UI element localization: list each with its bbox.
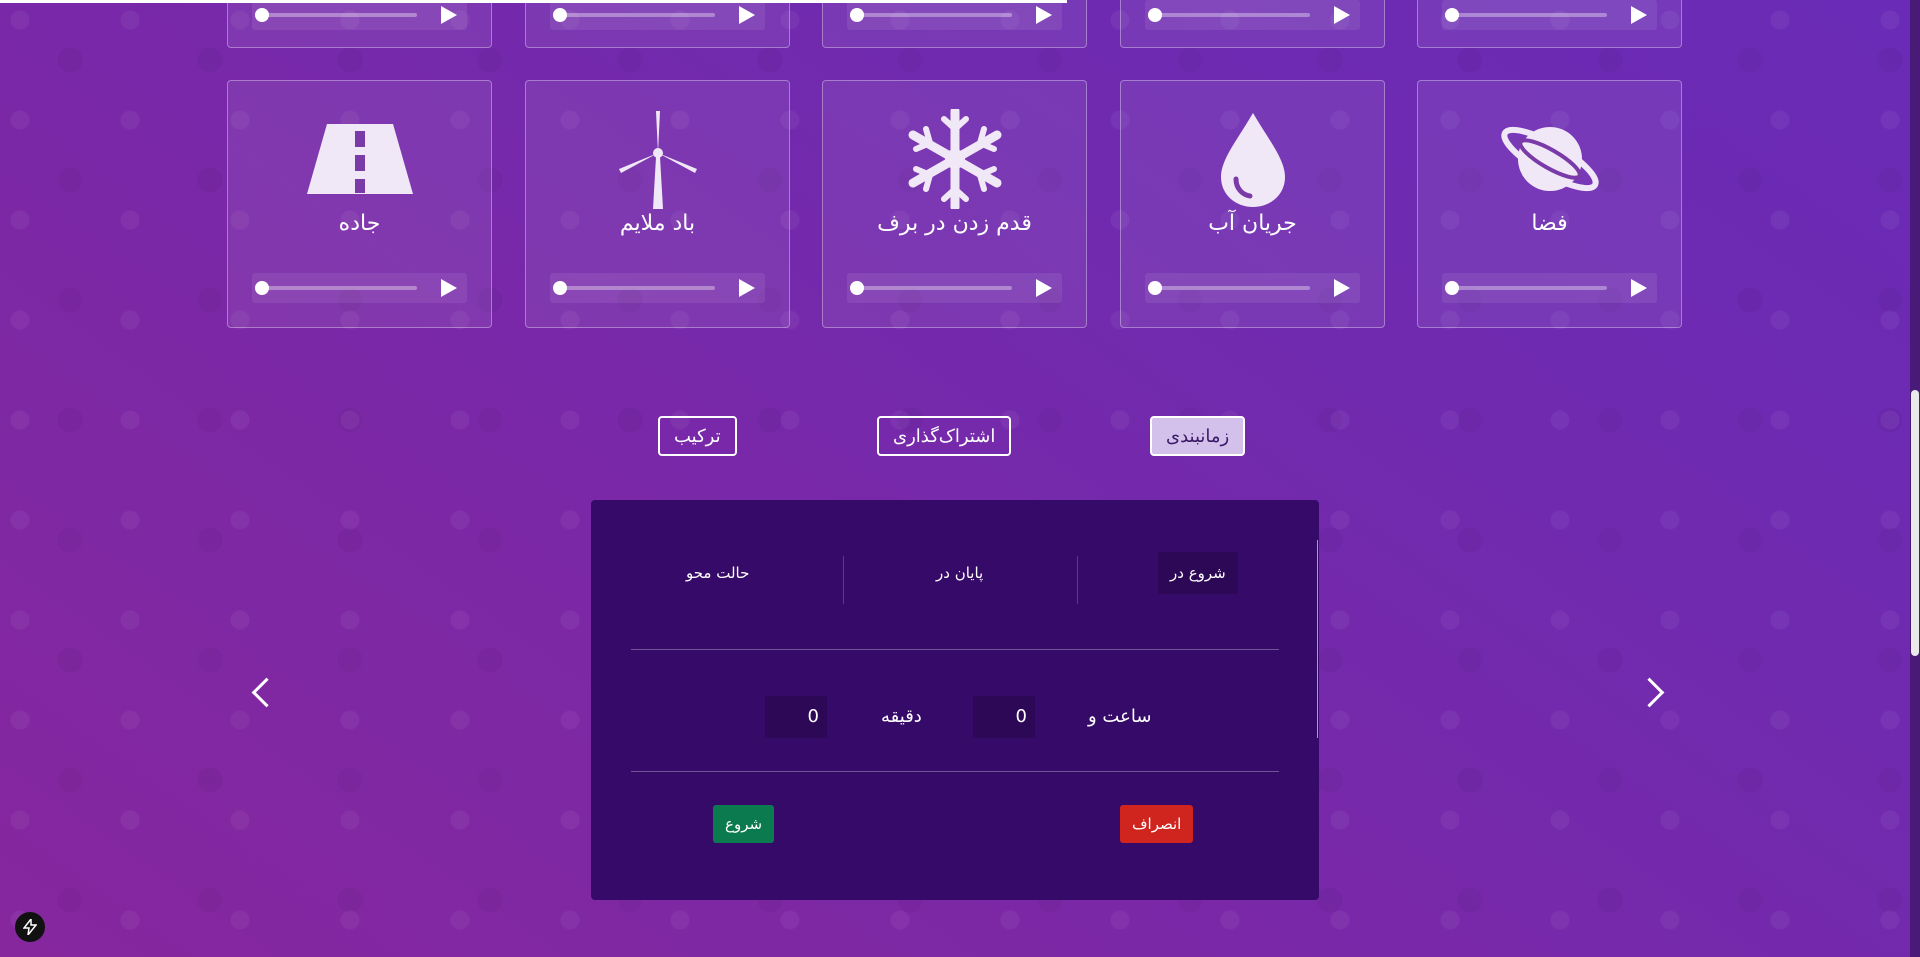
play-icon[interactable] — [441, 279, 457, 297]
divider — [631, 649, 1279, 650]
audio-player[interactable] — [1145, 0, 1360, 30]
sound-title: قدم زدن در برف — [877, 211, 1032, 236]
volume-slider[interactable] — [558, 286, 715, 290]
play-icon[interactable] — [1036, 279, 1052, 297]
minutes-input[interactable]: 0 — [765, 696, 827, 738]
sound-card — [1417, 0, 1682, 48]
sound-card-water[interactable]: جریان آب — [1120, 80, 1385, 328]
audio-player[interactable] — [1442, 273, 1657, 303]
slider-knob[interactable] — [553, 8, 567, 22]
audio-player[interactable] — [1442, 0, 1657, 30]
sound-card-road[interactable]: جاده — [227, 80, 492, 328]
play-icon[interactable] — [739, 6, 755, 24]
tab-end-at[interactable]: پایان در — [936, 564, 983, 582]
volume-slider[interactable] — [855, 286, 1012, 290]
play-icon[interactable] — [1631, 279, 1647, 297]
divider — [843, 556, 844, 604]
scrollbar-thumb[interactable] — [1911, 390, 1919, 656]
slider-knob[interactable] — [255, 281, 269, 295]
play-icon[interactable] — [1631, 6, 1647, 24]
play-icon[interactable] — [1334, 279, 1350, 297]
cancel-button[interactable]: انصراف — [1120, 805, 1194, 843]
slider-knob[interactable] — [1148, 281, 1162, 295]
tab-mix[interactable]: ترکیب — [658, 416, 737, 456]
play-icon[interactable] — [441, 6, 457, 24]
chevron-left-icon[interactable] — [251, 677, 282, 708]
sound-card — [525, 0, 790, 48]
planet-icon — [1500, 126, 1599, 192]
slider-knob[interactable] — [1148, 8, 1162, 22]
sound-title: باد ملایم — [619, 211, 696, 236]
divider — [1077, 556, 1078, 604]
tab-fade-mode[interactable]: حالت محو — [686, 564, 749, 582]
divider — [1317, 540, 1318, 738]
slider-knob[interactable] — [1445, 281, 1459, 295]
volume-slider[interactable] — [1450, 13, 1607, 17]
volume-slider[interactable] — [1450, 286, 1607, 290]
audio-player[interactable] — [550, 273, 765, 303]
sound-card-space[interactable]: فضا — [1417, 80, 1682, 328]
sound-title: فضا — [1531, 211, 1568, 236]
audio-player[interactable] — [550, 0, 765, 30]
lightning-icon — [23, 919, 37, 935]
sound-card — [822, 0, 1087, 48]
slider-knob[interactable] — [553, 281, 567, 295]
water-drop-icon — [1220, 113, 1285, 207]
road-icon — [306, 124, 413, 194]
hours-label: ساعت و — [1088, 706, 1152, 727]
minutes-label: دقیقه — [881, 706, 922, 727]
slider-knob[interactable] — [1445, 8, 1459, 22]
volume-slider[interactable] — [855, 13, 1012, 17]
scrollbar[interactable] — [1910, 0, 1920, 957]
tab-start-at[interactable]: شروع در — [1158, 552, 1238, 594]
sound-card — [227, 0, 492, 48]
wind-turbine-icon — [618, 111, 697, 209]
sound-card-wind[interactable]: باد ملایم — [525, 80, 790, 328]
audio-player[interactable] — [252, 273, 467, 303]
audio-player[interactable] — [1145, 273, 1360, 303]
sound-card-snow[interactable]: قدم زدن در برف — [822, 80, 1087, 328]
start-button[interactable]: شروع — [713, 805, 775, 843]
sound-title: جاده — [338, 211, 381, 236]
play-icon[interactable] — [1036, 6, 1052, 24]
sound-title: جریان آب — [1208, 211, 1297, 236]
volume-slider[interactable] — [260, 13, 417, 17]
snowflake-icon — [908, 109, 1001, 209]
divider — [631, 771, 1279, 772]
chevron-right-icon[interactable] — [1634, 677, 1665, 708]
dev-tools-badge[interactable] — [15, 912, 45, 942]
tab-timer[interactable]: زمانبندی — [1150, 416, 1246, 456]
slider-knob[interactable] — [850, 281, 864, 295]
volume-slider[interactable] — [1153, 286, 1310, 290]
hours-input[interactable]: 0 — [973, 696, 1035, 738]
volume-slider[interactable] — [558, 13, 715, 17]
timer-panel: حالت محو پایان در شروع در 0 دقیقه 0 ساعت… — [591, 500, 1319, 900]
slider-knob[interactable] — [255, 8, 269, 22]
volume-slider[interactable] — [1153, 13, 1310, 17]
play-icon[interactable] — [739, 279, 755, 297]
play-icon[interactable] — [1334, 6, 1350, 24]
slider-knob[interactable] — [850, 8, 864, 22]
sound-card — [1120, 0, 1385, 48]
audio-player[interactable] — [847, 273, 1062, 303]
audio-player[interactable] — [252, 0, 467, 30]
audio-player[interactable] — [847, 0, 1062, 30]
volume-slider[interactable] — [260, 286, 417, 290]
tab-share[interactable]: اشتراک‌گذاری — [877, 416, 1012, 456]
